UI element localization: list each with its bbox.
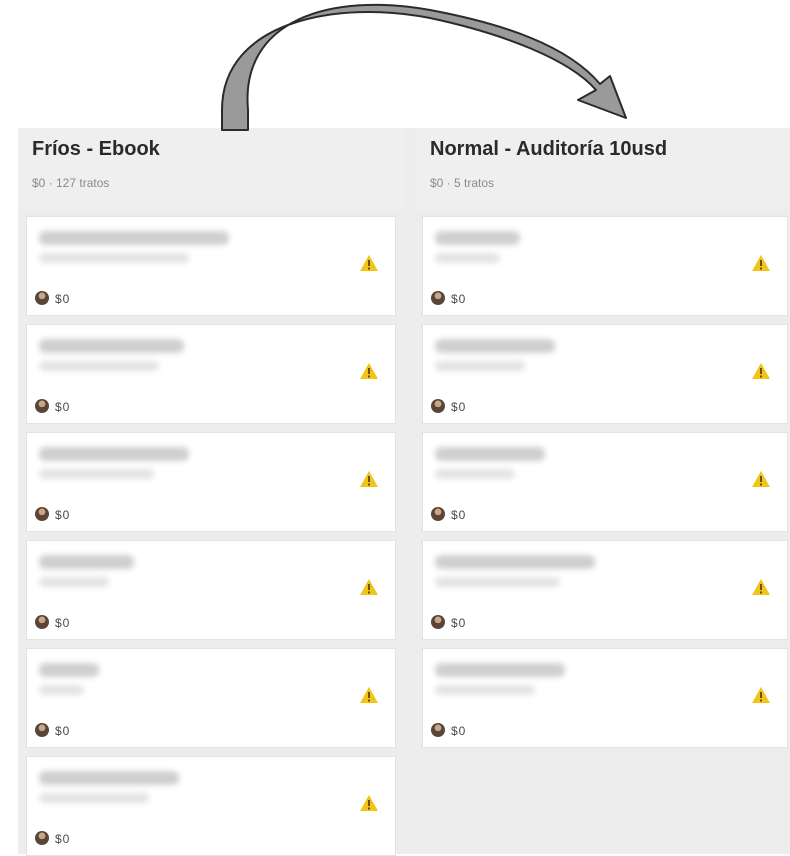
deal-org-blurred: [39, 469, 154, 479]
warning-triangle-icon[interactable]: [359, 578, 379, 596]
deal-org-blurred: [39, 361, 159, 371]
stage-header: Normal - Auditoría 10usd $0 · 5 tratos: [416, 128, 790, 210]
deal-name-blurred: [39, 771, 179, 785]
curved-arrow-icon: [221, 3, 627, 131]
deal-value: $0: [451, 292, 467, 306]
deal-card[interactable]: $0: [26, 648, 396, 748]
deal-value: $0: [55, 400, 71, 414]
deal-org-blurred: [435, 685, 535, 695]
owner-avatar: [431, 399, 445, 413]
deal-name-blurred: [39, 447, 189, 461]
deal-card[interactable]: $0: [422, 648, 788, 748]
owner-avatar: [431, 291, 445, 305]
deal-name-blurred: [435, 447, 545, 461]
warning-triangle-icon[interactable]: [751, 254, 771, 272]
deal-org-blurred: [435, 361, 525, 371]
stage-column-frios-ebook: Fríos - Ebook $0 · 127 tratos $0 $0 $0 $…: [18, 128, 405, 856]
deal-org-blurred: [39, 793, 149, 803]
owner-avatar: [431, 723, 445, 737]
warning-triangle-icon[interactable]: [359, 254, 379, 272]
deal-name-blurred: [39, 663, 99, 677]
deal-card[interactable]: $0: [422, 216, 788, 316]
owner-avatar: [35, 723, 49, 737]
owner-avatar: [35, 507, 49, 521]
stage-title: Normal - Auditoría 10usd: [430, 138, 668, 160]
deal-value: $0: [55, 832, 71, 846]
deal-card[interactable]: $0: [26, 540, 396, 640]
deal-card[interactable]: $0: [422, 432, 788, 532]
stage-title: Fríos - Ebook: [32, 138, 160, 160]
warning-triangle-icon[interactable]: [751, 362, 771, 380]
deal-name-blurred: [435, 555, 595, 569]
deal-org-blurred: [39, 577, 109, 587]
warning-triangle-icon[interactable]: [359, 794, 379, 812]
deal-name-blurred: [39, 555, 134, 569]
deal-value: $0: [451, 616, 467, 630]
stage-summary: $0 · 5 tratos: [430, 176, 495, 190]
stage-header: Fríos - Ebook $0 · 127 tratos: [18, 128, 405, 210]
deal-value: $0: [451, 508, 467, 522]
deal-value: $0: [55, 724, 71, 738]
warning-triangle-icon[interactable]: [359, 470, 379, 488]
deal-name-blurred: [435, 663, 565, 677]
deal-name-blurred: [39, 231, 229, 245]
owner-avatar: [35, 615, 49, 629]
warning-triangle-icon[interactable]: [751, 578, 771, 596]
owner-avatar: [35, 291, 49, 305]
stage-column-normal-auditoria: Normal - Auditoría 10usd $0 · 5 tratos $…: [416, 128, 790, 854]
deal-card[interactable]: $0: [422, 324, 788, 424]
owner-avatar: [35, 831, 49, 845]
deal-name-blurred: [435, 231, 520, 245]
deal-card[interactable]: $0: [26, 432, 396, 532]
deal-org-blurred: [39, 685, 84, 695]
deal-org-blurred: [435, 577, 560, 587]
deal-card[interactable]: $0: [26, 756, 396, 856]
deal-value: $0: [55, 508, 71, 522]
warning-triangle-icon[interactable]: [751, 470, 771, 488]
owner-avatar: [431, 615, 445, 629]
deal-org-blurred: [435, 253, 500, 263]
deal-card[interactable]: $0: [26, 324, 396, 424]
deal-value: $0: [55, 292, 71, 306]
warning-triangle-icon[interactable]: [359, 686, 379, 704]
owner-avatar: [431, 507, 445, 521]
deal-org-blurred: [39, 253, 189, 263]
deal-card[interactable]: $0: [422, 540, 788, 640]
deal-name-blurred: [39, 339, 184, 353]
deal-value: $0: [55, 616, 71, 630]
warning-triangle-icon[interactable]: [359, 362, 379, 380]
deal-value: $0: [451, 400, 467, 414]
deal-value: $0: [451, 724, 467, 738]
deal-org-blurred: [435, 469, 515, 479]
owner-avatar: [35, 399, 49, 413]
deal-name-blurred: [435, 339, 555, 353]
deal-card[interactable]: $0: [26, 216, 396, 316]
stage-summary: $0 · 127 tratos: [32, 176, 110, 190]
pipeline-board: Fríos - Ebook $0 · 127 tratos $0 $0 $0 $…: [18, 128, 790, 856]
warning-triangle-icon[interactable]: [751, 686, 771, 704]
